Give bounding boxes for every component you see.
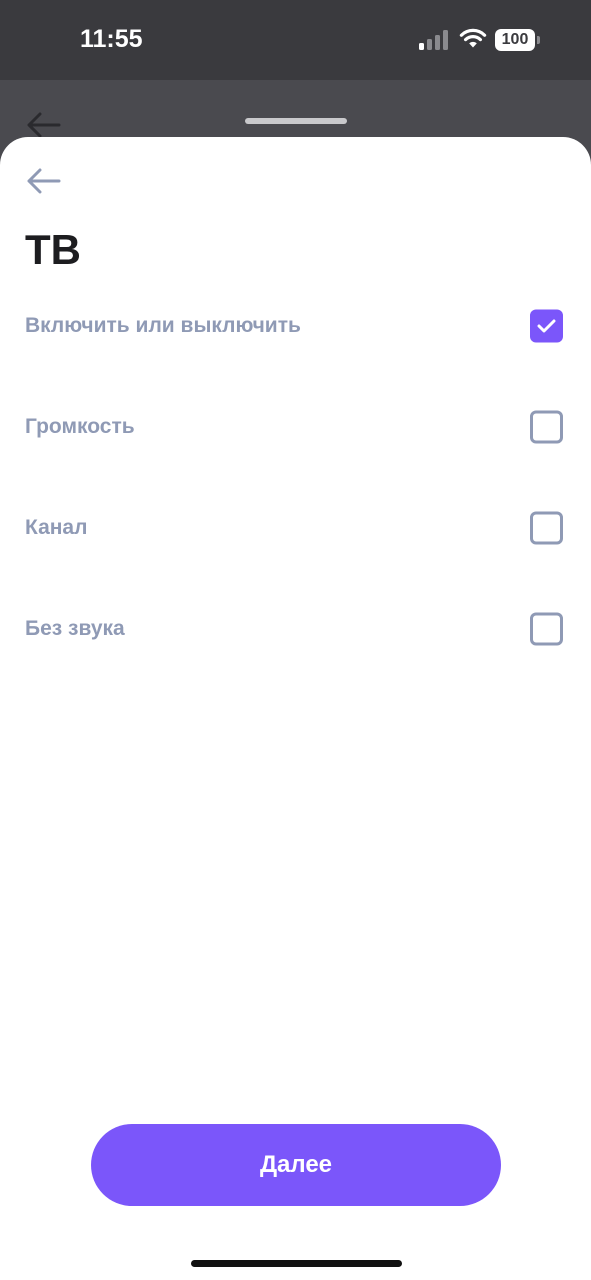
option-label: Канал xyxy=(25,516,88,539)
option-mute[interactable]: Без звука xyxy=(0,594,591,664)
status-bar: 11:55 100 xyxy=(0,0,591,80)
wifi-icon xyxy=(459,28,487,48)
sheet-grabber[interactable] xyxy=(245,118,347,124)
option-checkbox[interactable] xyxy=(530,511,563,545)
option-label: Включить или выключить xyxy=(25,314,301,337)
option-volume[interactable]: Громкость xyxy=(0,392,591,462)
checkmark-icon xyxy=(537,319,556,333)
next-button[interactable]: Далее xyxy=(91,1124,501,1206)
home-indicator xyxy=(191,1260,402,1267)
background-arrow-left-icon xyxy=(27,112,61,138)
option-label: Без звука xyxy=(25,617,125,640)
option-checkbox[interactable] xyxy=(530,309,563,343)
option-checkbox[interactable] xyxy=(530,410,563,444)
option-power[interactable]: Включить или выключить xyxy=(0,291,591,361)
option-channel[interactable]: Канал xyxy=(0,493,591,563)
battery-icon: 100 xyxy=(495,29,535,51)
cellular-signal-icon xyxy=(419,30,451,50)
option-label: Громкость xyxy=(25,415,135,438)
page-title: ТВ xyxy=(25,226,81,273)
option-checkbox[interactable] xyxy=(530,612,563,646)
status-time: 11:55 xyxy=(80,25,143,53)
arrow-left-icon[interactable] xyxy=(26,168,62,194)
battery-nub xyxy=(537,36,540,44)
